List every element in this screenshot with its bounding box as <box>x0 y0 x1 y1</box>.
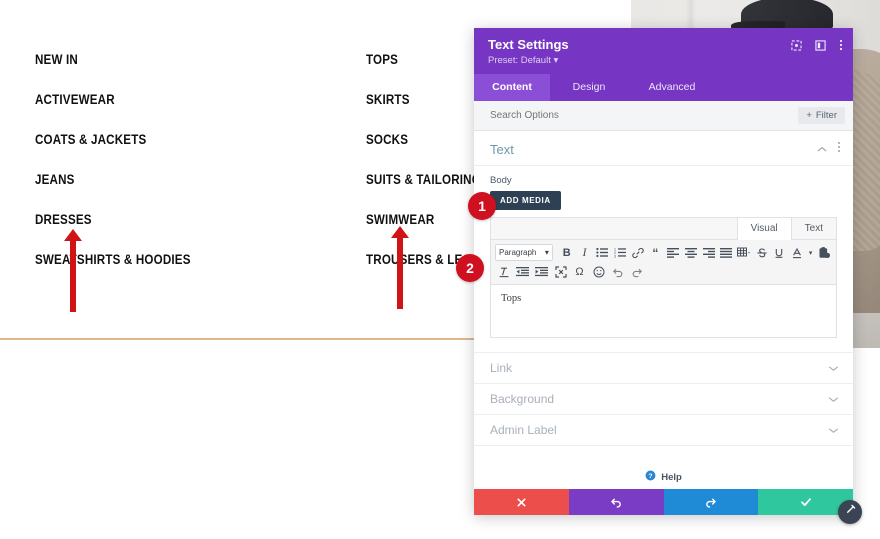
annotation-arrow-up <box>391 226 409 309</box>
chevron-down-icon: ▾ <box>544 248 549 257</box>
modal-body: Text Body ADD MEDIA Visual Text Paragrap… <box>474 131 853 489</box>
modal-title: Text Settings <box>488 37 569 52</box>
editor-content-area[interactable]: Tops <box>491 285 836 337</box>
underline-icon[interactable] <box>772 244 788 261</box>
justify-icon[interactable] <box>718 244 734 261</box>
menu-item[interactable]: COATS & JACKETS <box>35 120 191 160</box>
redo-button[interactable] <box>663 489 759 515</box>
magic-wand-icon <box>844 503 857 521</box>
redo-icon[interactable] <box>628 263 645 280</box>
link-icon[interactable] <box>630 244 646 261</box>
tab-advanced[interactable]: Advanced <box>628 74 716 101</box>
clear-formatting-icon[interactable] <box>495 263 512 280</box>
outdent-icon[interactable] <box>514 263 531 280</box>
search-options-bar: + Filter <box>474 101 853 131</box>
layout-icon[interactable] <box>815 38 826 56</box>
cancel-button[interactable] <box>474 489 569 515</box>
tab-text[interactable]: Text <box>792 218 836 239</box>
chevron-down-icon[interactable] <box>828 359 839 377</box>
menu-item[interactable]: ACTIVEWEAR <box>35 80 191 120</box>
tab-content[interactable]: Content <box>474 74 550 101</box>
italic-icon[interactable]: I <box>577 244 593 261</box>
editor-content-text: Tops <box>501 293 522 304</box>
filter-label: Filter <box>815 110 837 121</box>
modal-header-icons <box>791 38 843 56</box>
add-media-button[interactable]: ADD MEDIA <box>490 191 561 210</box>
paragraph-format-value: Paragraph <box>499 248 537 257</box>
wysiwyg-editor: Visual Text Paragraph ▾ B I 1 2 3 “ ▾ Ω … <box>490 217 837 338</box>
search-input[interactable] <box>488 109 712 122</box>
align-left-icon[interactable] <box>665 244 681 261</box>
chevron-up-icon[interactable] <box>817 140 827 158</box>
text-section-title: Text <box>490 141 514 157</box>
accordion-label: Admin Label <box>490 423 557 437</box>
modal-preset[interactable]: Preset: Default ▾ <box>488 54 839 68</box>
emoji-icon[interactable] <box>590 263 607 280</box>
accordion-background[interactable]: Background <box>474 384 853 415</box>
blockquote-icon[interactable]: “ <box>648 244 664 261</box>
annotation-marker-1: 1 <box>468 192 496 220</box>
text-section-controls <box>817 140 841 158</box>
editor-toolbar-row-1: Paragraph ▾ B I 1 2 3 “ ▾ <box>495 243 832 262</box>
tab-visual[interactable]: Visual <box>736 218 792 240</box>
table-icon[interactable] <box>736 244 752 261</box>
accordion-spacer <box>474 338 853 353</box>
paragraph-format-select[interactable]: Paragraph ▾ <box>495 244 553 261</box>
accordion-label: Link <box>490 361 513 375</box>
text-color-icon[interactable] <box>789 244 805 261</box>
body-field-label: Body <box>490 175 512 186</box>
fullscreen-icon[interactable] <box>552 263 569 280</box>
menu-item[interactable]: JEANS <box>35 160 191 200</box>
modal-tabs: Content Design Advanced <box>474 74 853 101</box>
accordion-link[interactable]: Link <box>474 353 853 384</box>
text-color-chevron-icon[interactable]: ▾ <box>807 244 814 261</box>
paste-icon[interactable] <box>816 244 832 261</box>
help-label: Help <box>661 471 682 483</box>
strikethrough-icon[interactable] <box>754 244 770 261</box>
numbered-list-icon[interactable]: 1 2 3 <box>612 244 628 261</box>
builder-toggle-button[interactable] <box>838 500 862 524</box>
more-vertical-icon[interactable] <box>837 140 841 158</box>
menu-item[interactable]: SWEATSHIRTS & HOODIES <box>35 240 191 280</box>
annotation-arrow-up <box>64 229 82 312</box>
tab-design[interactable]: Design <box>550 74 628 101</box>
undo-icon[interactable] <box>609 263 626 280</box>
editor-toolbar: Paragraph ▾ B I 1 2 3 “ ▾ Ω <box>491 240 836 285</box>
annotation-marker-2: 2 <box>456 254 484 282</box>
menu-item[interactable]: DRESSES <box>35 200 191 240</box>
preset-label: Preset: Default <box>488 55 551 66</box>
accordion-admin-label[interactable]: Admin Label <box>474 415 853 446</box>
align-right-icon[interactable] <box>701 244 717 261</box>
editor-toolbar-row-2: Ω <box>495 262 832 281</box>
chevron-down-icon[interactable] <box>828 421 839 439</box>
svg-text:?: ? <box>649 473 653 480</box>
modal-footer <box>474 489 853 515</box>
svg-text:3: 3 <box>614 254 616 258</box>
filter-button[interactable]: + Filter <box>798 107 845 124</box>
question-circle-icon: ? <box>645 468 656 486</box>
editor-view-tabs: Visual Text <box>491 218 836 240</box>
chevron-down-icon[interactable] <box>828 390 839 408</box>
text-settings-modal: Text Settings Preset: Default ▾ Content … <box>474 28 853 515</box>
expand-icon[interactable] <box>791 38 802 56</box>
plus-icon: + <box>806 110 812 121</box>
menu-item[interactable]: NEW IN <box>35 40 191 80</box>
bulleted-list-icon[interactable] <box>594 244 610 261</box>
modal-header: Text Settings Preset: Default ▾ <box>474 28 853 74</box>
menu-column-left: NEW IN ACTIVEWEAR COATS & JACKETS JEANS … <box>35 40 216 280</box>
bold-icon[interactable]: B <box>559 244 575 261</box>
special-character-icon[interactable]: Ω <box>571 263 588 280</box>
align-center-icon[interactable] <box>683 244 699 261</box>
accordion-label: Background <box>490 392 555 406</box>
help-link[interactable]: ? Help <box>474 446 853 486</box>
text-section-header[interactable]: Text <box>474 131 853 166</box>
more-vertical-icon[interactable] <box>839 38 843 56</box>
undo-button[interactable] <box>568 489 664 515</box>
indent-icon[interactable] <box>533 263 550 280</box>
